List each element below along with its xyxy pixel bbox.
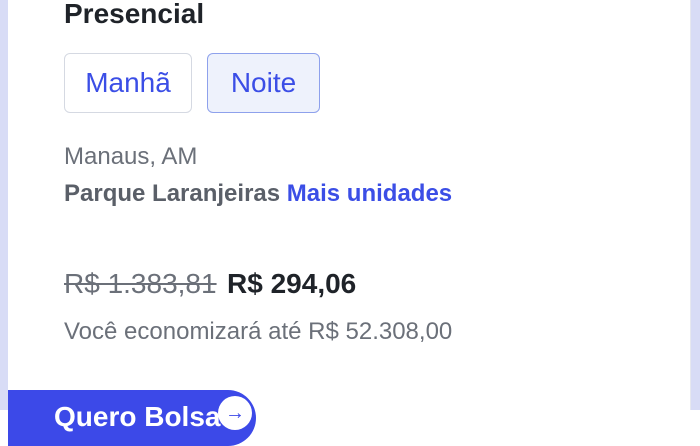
city-text: Manaus, AM [64, 143, 198, 170]
modality-title: Presencial [64, 0, 205, 29]
frame-border-left [0, 0, 8, 410]
offer-card: Presencial Manhã Noite Manaus, AM Parque… [8, 0, 691, 410]
frame-border-right [690, 0, 700, 410]
more-units-link[interactable]: Mais unidades [287, 180, 452, 207]
unit-name: Parque Laranjeiras [64, 180, 281, 207]
quero-bolsa-button[interactable]: Quero Bolsa → [8, 390, 256, 446]
cta-label: Quero Bolsa [54, 401, 221, 432]
shift-option-manha[interactable]: Manhã [64, 53, 192, 113]
price-line: R$ 1.383,81 R$ 294,06 [64, 266, 356, 307]
arrow-right-icon: → [218, 396, 252, 430]
shift-selector: Manhã Noite [64, 53, 320, 113]
savings-text: Você economizará até R$ 52.308,00 [64, 318, 453, 345]
new-price: R$ 294,06 [227, 268, 357, 299]
shift-option-noite[interactable]: Noite [207, 53, 320, 113]
old-price: R$ 1.383,81 [64, 268, 217, 299]
unit-line: Parque Laranjeiras Mais unidades [64, 179, 452, 209]
